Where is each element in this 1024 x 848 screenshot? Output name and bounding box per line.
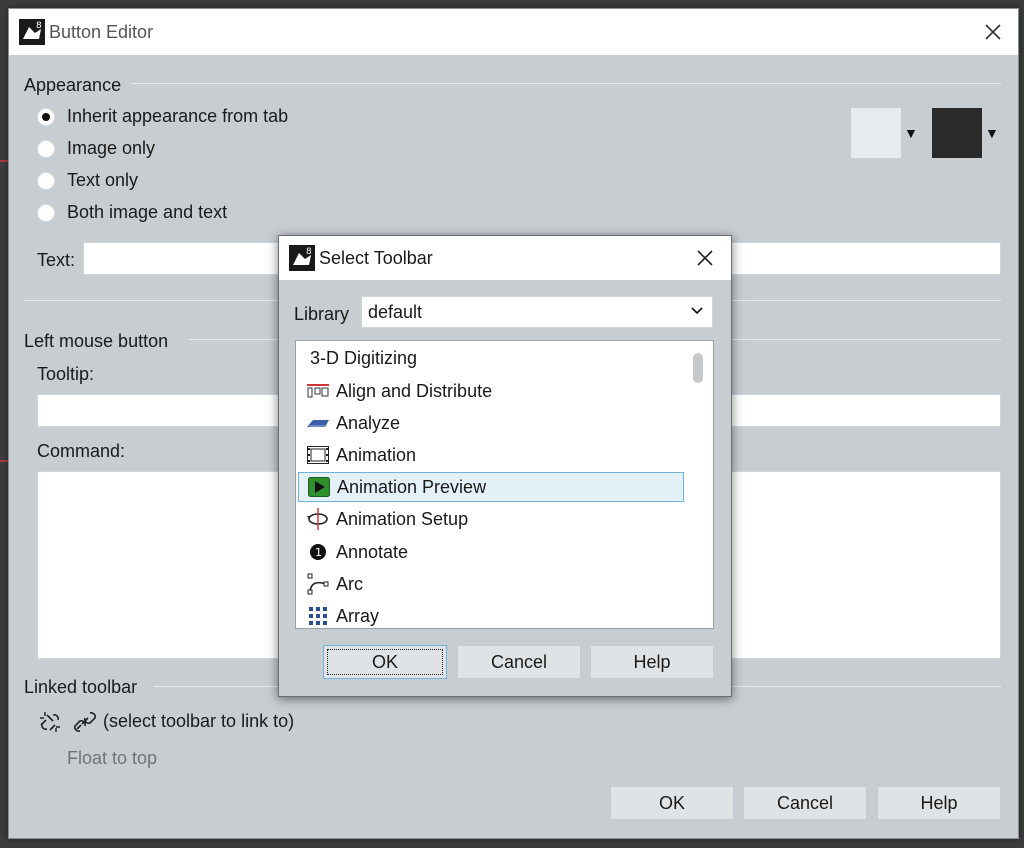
dark-color-swatch[interactable]: [932, 108, 982, 158]
list-item-selected[interactable]: Animation Preview: [298, 472, 684, 502]
radio-label: Image only: [67, 138, 156, 158]
radio-label: Both image and text: [67, 202, 228, 222]
tooltip-label: Tooltip:: [37, 364, 95, 384]
dialog-title: Button Editor: [49, 21, 154, 42]
library-value: default: [368, 301, 423, 322]
radio-text-only[interactable]: Text only: [37, 170, 138, 191]
radio-button[interactable]: [37, 171, 55, 190]
library-label: Library: [294, 304, 350, 324]
chevron-down-icon: [691, 307, 703, 315]
command-label: Command:: [37, 441, 126, 461]
linked-toolbar-section-label: Linked toolbar: [24, 677, 138, 697]
close-icon: [697, 250, 713, 266]
rhino-app-icon: 8: [19, 19, 45, 45]
left-mouse-section-label: Left mouse button: [24, 331, 169, 351]
help-button[interactable]: Help: [877, 786, 1001, 820]
radio-button[interactable]: [37, 139, 55, 158]
film-icon: [306, 444, 330, 466]
rotate-icon: [306, 508, 330, 530]
library-dropdown[interactable]: default: [361, 296, 713, 328]
ok-button[interactable]: OK: [323, 645, 447, 679]
list-item[interactable]: Align and Distribute: [298, 376, 684, 406]
text-label: Text:: [37, 250, 76, 270]
list-item[interactable]: Arc: [298, 569, 684, 599]
list-item[interactable]: 1 Annotate: [298, 537, 684, 567]
radio-inherit[interactable]: Inherit appearance from tab: [37, 106, 288, 127]
chevron-down-icon[interactable]: ▼: [904, 125, 918, 141]
unlink-icon[interactable]: [37, 709, 63, 735]
viewport-axis-line: [0, 460, 8, 462]
toolbar-list[interactable]: 3-D Digitizing Align and Distribute Anal…: [295, 340, 714, 629]
svg-text:8: 8: [36, 21, 42, 31]
radio-label: Text only: [67, 170, 139, 190]
ok-button[interactable]: OK: [610, 786, 734, 820]
grid-icon: [306, 605, 330, 627]
close-button[interactable]: [691, 244, 719, 272]
radio-button[interactable]: [37, 203, 55, 222]
list-item[interactable]: Animation Setup: [298, 504, 684, 534]
radio-both[interactable]: Both image and text: [37, 202, 227, 223]
cancel-button[interactable]: Cancel: [743, 786, 867, 820]
title-bar: 8 Select Toolbar: [279, 236, 731, 280]
play-icon: [307, 476, 331, 498]
arc-icon: [306, 573, 330, 595]
close-button[interactable]: [978, 17, 1008, 47]
title-bar: 8 Button Editor: [9, 9, 1018, 55]
chevron-down-icon[interactable]: ▼: [985, 125, 999, 141]
divider: [131, 83, 1001, 84]
list-item[interactable]: Array: [298, 601, 684, 628]
analyze-icon: [306, 412, 330, 434]
scrollbar-thumb[interactable]: [693, 353, 703, 383]
rhino-app-icon: 8: [289, 245, 315, 271]
link-icon[interactable]: [71, 709, 99, 735]
cancel-button[interactable]: Cancel: [457, 645, 581, 679]
annotate-icon: 1: [306, 541, 330, 563]
dialog-title: Select Toolbar: [319, 247, 433, 268]
list-item[interactable]: 3-D Digitizing: [298, 343, 684, 373]
svg-text:8: 8: [306, 247, 312, 257]
list-item[interactable]: Animation: [298, 440, 684, 470]
close-icon: [985, 24, 1001, 40]
radio-button[interactable]: [37, 107, 55, 126]
appearance-section-label: Appearance: [24, 75, 122, 95]
float-to-top-option: Float to top: [67, 748, 158, 768]
viewport-axis-line: [0, 160, 8, 162]
select-toolbar-dialog: 8 Select Toolbar Library default 3-D Dig…: [278, 235, 732, 697]
list-item[interactable]: Analyze: [298, 408, 684, 438]
help-button[interactable]: Help: [590, 645, 714, 679]
svg-text:1: 1: [315, 546, 322, 559]
light-color-swatch[interactable]: [851, 108, 901, 158]
radio-label: Inherit appearance from tab: [67, 106, 289, 126]
align-icon: [306, 380, 330, 402]
link-hint-text: (select toolbar to link to): [103, 711, 295, 731]
radio-image-only[interactable]: Image only: [37, 138, 155, 159]
link-icon-group: [37, 709, 99, 735]
